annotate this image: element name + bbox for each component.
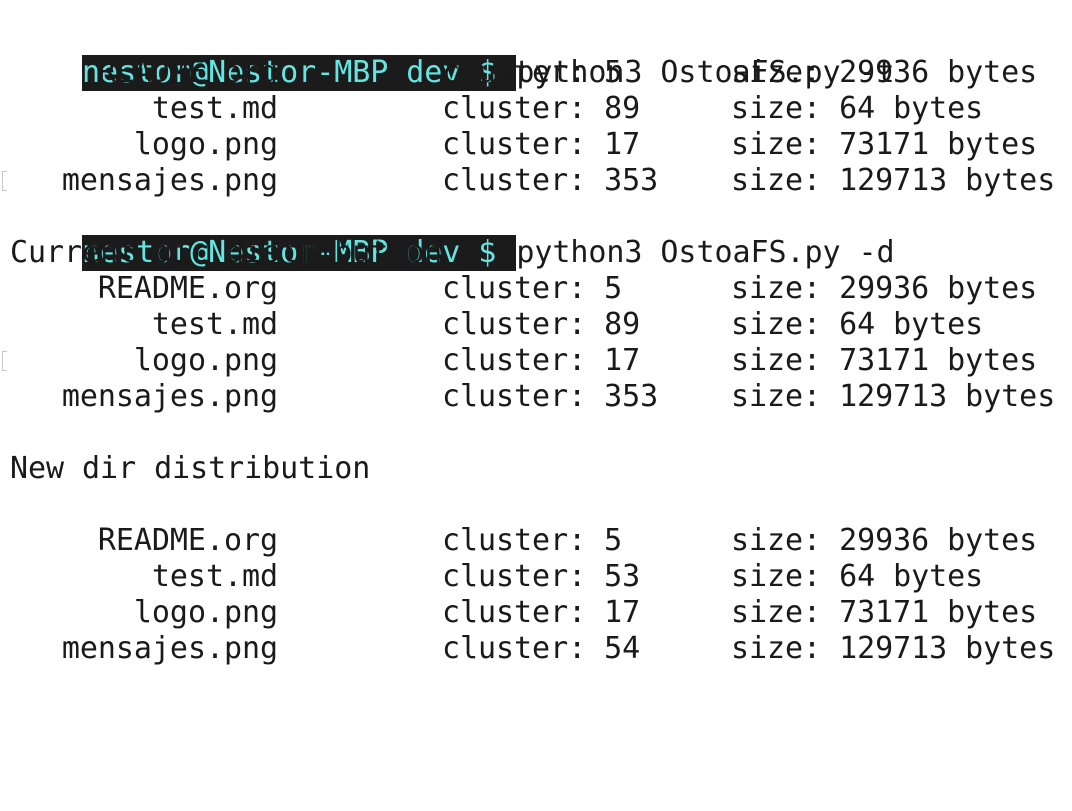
file-name: logo.png xyxy=(133,127,278,162)
file-cluster: cluster: 353 xyxy=(442,163,659,198)
file-name: test.md xyxy=(151,91,278,126)
file-row: README.org cluster: 5 size: 29936 bytes xyxy=(10,523,1070,559)
file-cluster: cluster: 54 xyxy=(442,631,641,666)
file-size: size: 64 bytes xyxy=(731,91,984,126)
file-size: size: 129713 bytes xyxy=(731,163,1056,198)
terminal-output[interactable]: nestor@Nestor-MBP dev $ python3 OstoaFS.… xyxy=(2,19,1070,667)
line-mark-icon xyxy=(2,171,7,191)
file-name: README.org xyxy=(97,55,278,90)
file-row: test.md cluster: 89 size: 64 bytes xyxy=(10,307,1070,343)
file-row: logo.png cluster: 17 size: 73171 bytes xyxy=(10,127,1070,163)
file-size: size: 64 bytes xyxy=(731,559,984,594)
file-size: size: 129713 bytes xyxy=(731,379,1056,414)
file-size: size: 73171 bytes xyxy=(731,595,1038,630)
file-cluster: cluster: 53 xyxy=(442,559,641,594)
file-row: README.org cluster: 5 size: 29936 bytes xyxy=(10,271,1070,307)
file-row: README.org cluster: 5 size: 29936 bytes xyxy=(10,55,1070,91)
line-mark-icon xyxy=(2,351,7,371)
file-cluster: cluster: 5 xyxy=(442,523,623,558)
file-name: logo.png xyxy=(133,595,278,630)
file-cluster: cluster: 5 xyxy=(442,271,623,306)
section-heading: New dir distribution xyxy=(10,451,371,486)
file-name: mensajes.png xyxy=(61,163,278,198)
file-cluster: cluster: 17 xyxy=(442,343,641,378)
file-cluster: cluster: 353 xyxy=(442,379,659,414)
section-heading: Current dir distribution xyxy=(10,235,443,270)
file-cluster: cluster: 89 xyxy=(442,307,641,342)
file-name: mensajes.png xyxy=(61,631,278,666)
file-cluster: cluster: 5 xyxy=(442,55,623,90)
file-name: README.org xyxy=(97,523,278,558)
file-cluster: cluster: 17 xyxy=(442,127,641,162)
file-row: test.md cluster: 89 size: 64 bytes xyxy=(10,91,1070,127)
file-row: mensajes.png cluster: 353 size: 129713 b… xyxy=(2,163,1070,199)
file-size: size: 29936 bytes xyxy=(731,271,1038,306)
command-line: nestor@Nestor-MBP dev $ python3 OstoaFS.… xyxy=(10,19,1070,91)
file-row: mensajes.png cluster: 54 size: 129713 by… xyxy=(10,631,1070,667)
file-size: size: 73171 bytes xyxy=(731,343,1038,378)
file-row: logo.png cluster: 17 size: 73171 bytes xyxy=(2,343,1070,379)
file-name: logo.png xyxy=(133,343,278,378)
file-row: test.md cluster: 53 size: 64 bytes xyxy=(10,559,1070,595)
file-row: mensajes.png cluster: 353 size: 129713 b… xyxy=(10,379,1070,415)
file-name: mensajes.png xyxy=(61,379,278,414)
file-name: test.md xyxy=(151,307,278,342)
file-cluster: cluster: 17 xyxy=(442,595,641,630)
file-size: size: 29936 bytes xyxy=(731,55,1038,90)
file-size: size: 29936 bytes xyxy=(731,523,1038,558)
file-name: test.md xyxy=(151,559,278,594)
file-name: README.org xyxy=(97,271,278,306)
file-size: size: 73171 bytes xyxy=(731,127,1038,162)
command-line: nestor@Nestor-MBP dev $ python3 OstoaFS.… xyxy=(10,199,1070,271)
file-size: size: 64 bytes xyxy=(731,307,984,342)
file-row: logo.png cluster: 17 size: 73171 bytes xyxy=(10,595,1070,631)
file-size: size: 129713 bytes xyxy=(731,631,1056,666)
file-cluster: cluster: 89 xyxy=(442,91,641,126)
